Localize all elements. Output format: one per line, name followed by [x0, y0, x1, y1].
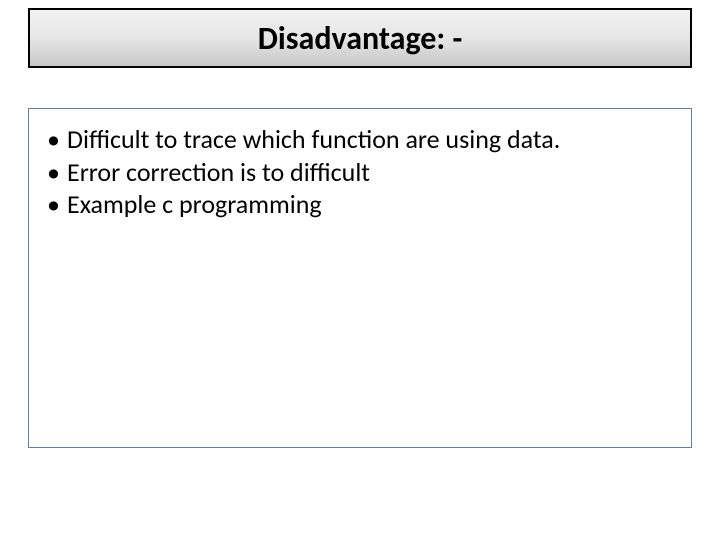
- list-item: Error correction is to difficult: [39, 156, 681, 189]
- slide-title: Disadvantage: -: [258, 19, 462, 58]
- content-box: Difficult to trace which function are us…: [28, 108, 692, 448]
- list-item: Example c programming: [39, 188, 681, 221]
- bullet-list: Difficult to trace which function are us…: [39, 123, 681, 221]
- list-item: Difficult to trace which function are us…: [39, 123, 681, 156]
- title-box: Disadvantage: -: [28, 8, 692, 68]
